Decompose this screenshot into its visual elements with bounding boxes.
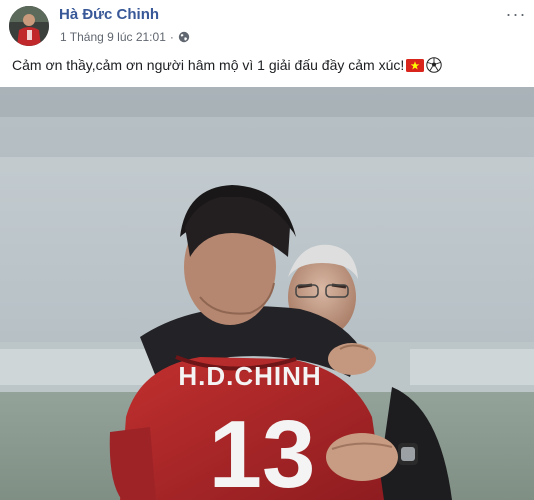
more-options-icon[interactable]: ···	[504, 4, 528, 24]
soccer-ball-icon	[426, 57, 442, 73]
author-name[interactable]: Hà Đức Chinh	[59, 6, 159, 23]
meta-separator: ·	[169, 30, 174, 44]
globe-icon[interactable]	[178, 31, 190, 43]
author-avatar[interactable]	[9, 6, 49, 46]
post-header: Hà Đức Chinh 1 Tháng 9 lúc 21:01 · ···	[0, 0, 534, 52]
jersey-name-text: H.D.CHINH	[178, 361, 321, 391]
facebook-post: Hà Đức Chinh 1 Tháng 9 lúc 21:01 · ··· C…	[0, 0, 534, 500]
post-caption: Cảm ơn thầy,cảm ơn người hâm mộ vì 1 giả…	[12, 57, 442, 73]
caption-text: Cảm ơn thầy,cảm ơn người hâm mộ vì 1 giả…	[12, 57, 405, 73]
post-timestamp[interactable]: 1 Tháng 9 lúc 21:01	[60, 30, 166, 44]
post-meta: 1 Tháng 9 lúc 21:01 ·	[60, 30, 190, 44]
jersey-number-text: 13	[209, 401, 316, 500]
post-photo[interactable]: H.D.CHINH 13	[0, 87, 534, 500]
vietnam-flag-icon	[406, 58, 425, 72]
